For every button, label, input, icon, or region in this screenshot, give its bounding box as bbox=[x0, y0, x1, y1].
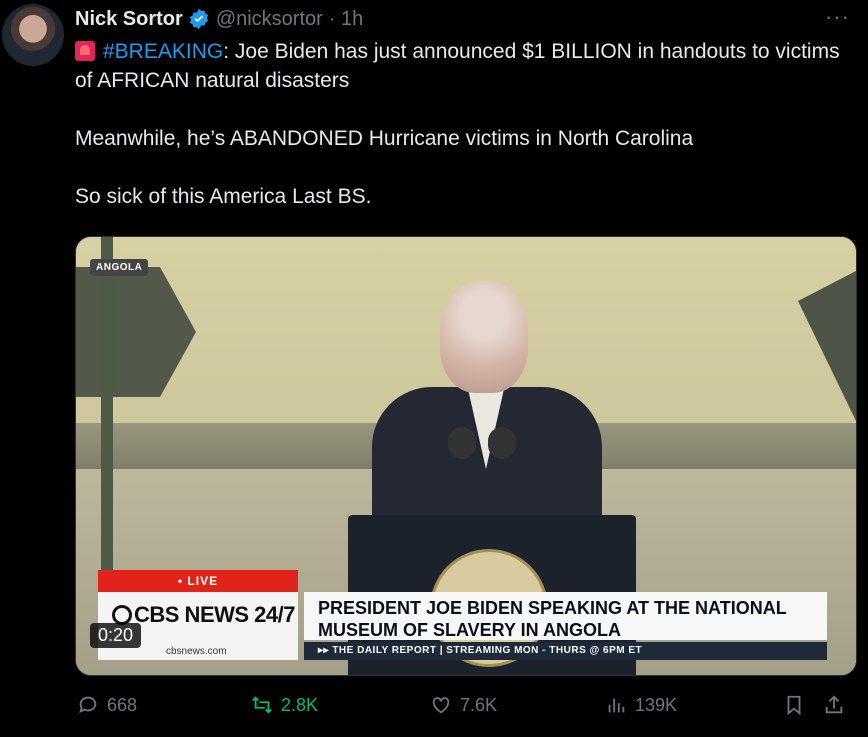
verified-badge-icon bbox=[189, 8, 208, 30]
speaker-head bbox=[440, 281, 528, 393]
repost-button[interactable]: 2.8K bbox=[251, 694, 318, 716]
action-bar: 668 2.8K 7.6K 139K bbox=[75, 694, 855, 726]
tweet-paragraph-2: Meanwhile, he’s ABANDONED Hurricane vict… bbox=[75, 127, 694, 150]
video-pole bbox=[101, 237, 113, 597]
author-handle[interactable]: @nicksortor bbox=[216, 8, 323, 31]
video-timer: 0:20 bbox=[90, 623, 142, 648]
lower-third-headline: PRESIDENT JOE BIDEN SPEAKING AT THE NATI… bbox=[304, 592, 827, 640]
author-name[interactable]: Nick Sortor bbox=[75, 8, 183, 31]
cbs-eye-icon bbox=[112, 605, 132, 625]
microphone-right bbox=[488, 427, 516, 459]
share-icon bbox=[825, 695, 843, 714]
tweet-header: Nick Sortor @nicksortor · 1h bbox=[75, 6, 363, 32]
views-count: 139K bbox=[635, 694, 678, 715]
cbs-brand-text: CBS NEWS 24/7 bbox=[134, 602, 296, 627]
author-avatar[interactable] bbox=[2, 4, 64, 66]
cbs-url: cbsnews.com bbox=[166, 646, 227, 657]
bookmark-icon bbox=[787, 695, 801, 716]
hashtag-link[interactable]: #BREAKING bbox=[103, 40, 223, 63]
reply-button[interactable]: 668 bbox=[77, 694, 137, 716]
tweet-text: #BREAKING: Joe Biden has just announced … bbox=[75, 37, 855, 211]
share-button[interactable] bbox=[823, 694, 845, 716]
lower-third-subline: ▸▸ THE DAILY REPORT | STREAMING MON - TH… bbox=[304, 642, 827, 660]
like-count: 7.6K bbox=[460, 694, 498, 715]
like-button[interactable]: 7.6K bbox=[430, 694, 497, 716]
views-button[interactable]: 139K bbox=[605, 694, 677, 716]
microphone-left bbox=[448, 427, 476, 459]
video-player[interactable]: ANGOLA • LIVE CBS NEWS 24/7 cbsnews.com … bbox=[75, 236, 857, 676]
bookmark-button[interactable] bbox=[783, 694, 805, 716]
views-icon bbox=[608, 698, 625, 713]
reply-count: 668 bbox=[107, 694, 138, 715]
tweet-time[interactable]: · 1h bbox=[329, 8, 363, 31]
like-icon bbox=[432, 697, 450, 714]
tweet-paragraph-1: #BREAKING: Joe Biden has just announced … bbox=[75, 37, 855, 95]
repost-count: 2.8K bbox=[281, 694, 319, 715]
more-options-icon[interactable]: ··· bbox=[825, 4, 850, 30]
repost-icon bbox=[252, 696, 272, 714]
tweet-paragraph-3: So sick of this America Last BS. bbox=[75, 185, 372, 208]
siren-icon bbox=[75, 41, 95, 61]
live-badge: • LIVE bbox=[98, 570, 298, 592]
location-tag: ANGOLA bbox=[90, 259, 149, 276]
reply-icon bbox=[79, 696, 97, 714]
